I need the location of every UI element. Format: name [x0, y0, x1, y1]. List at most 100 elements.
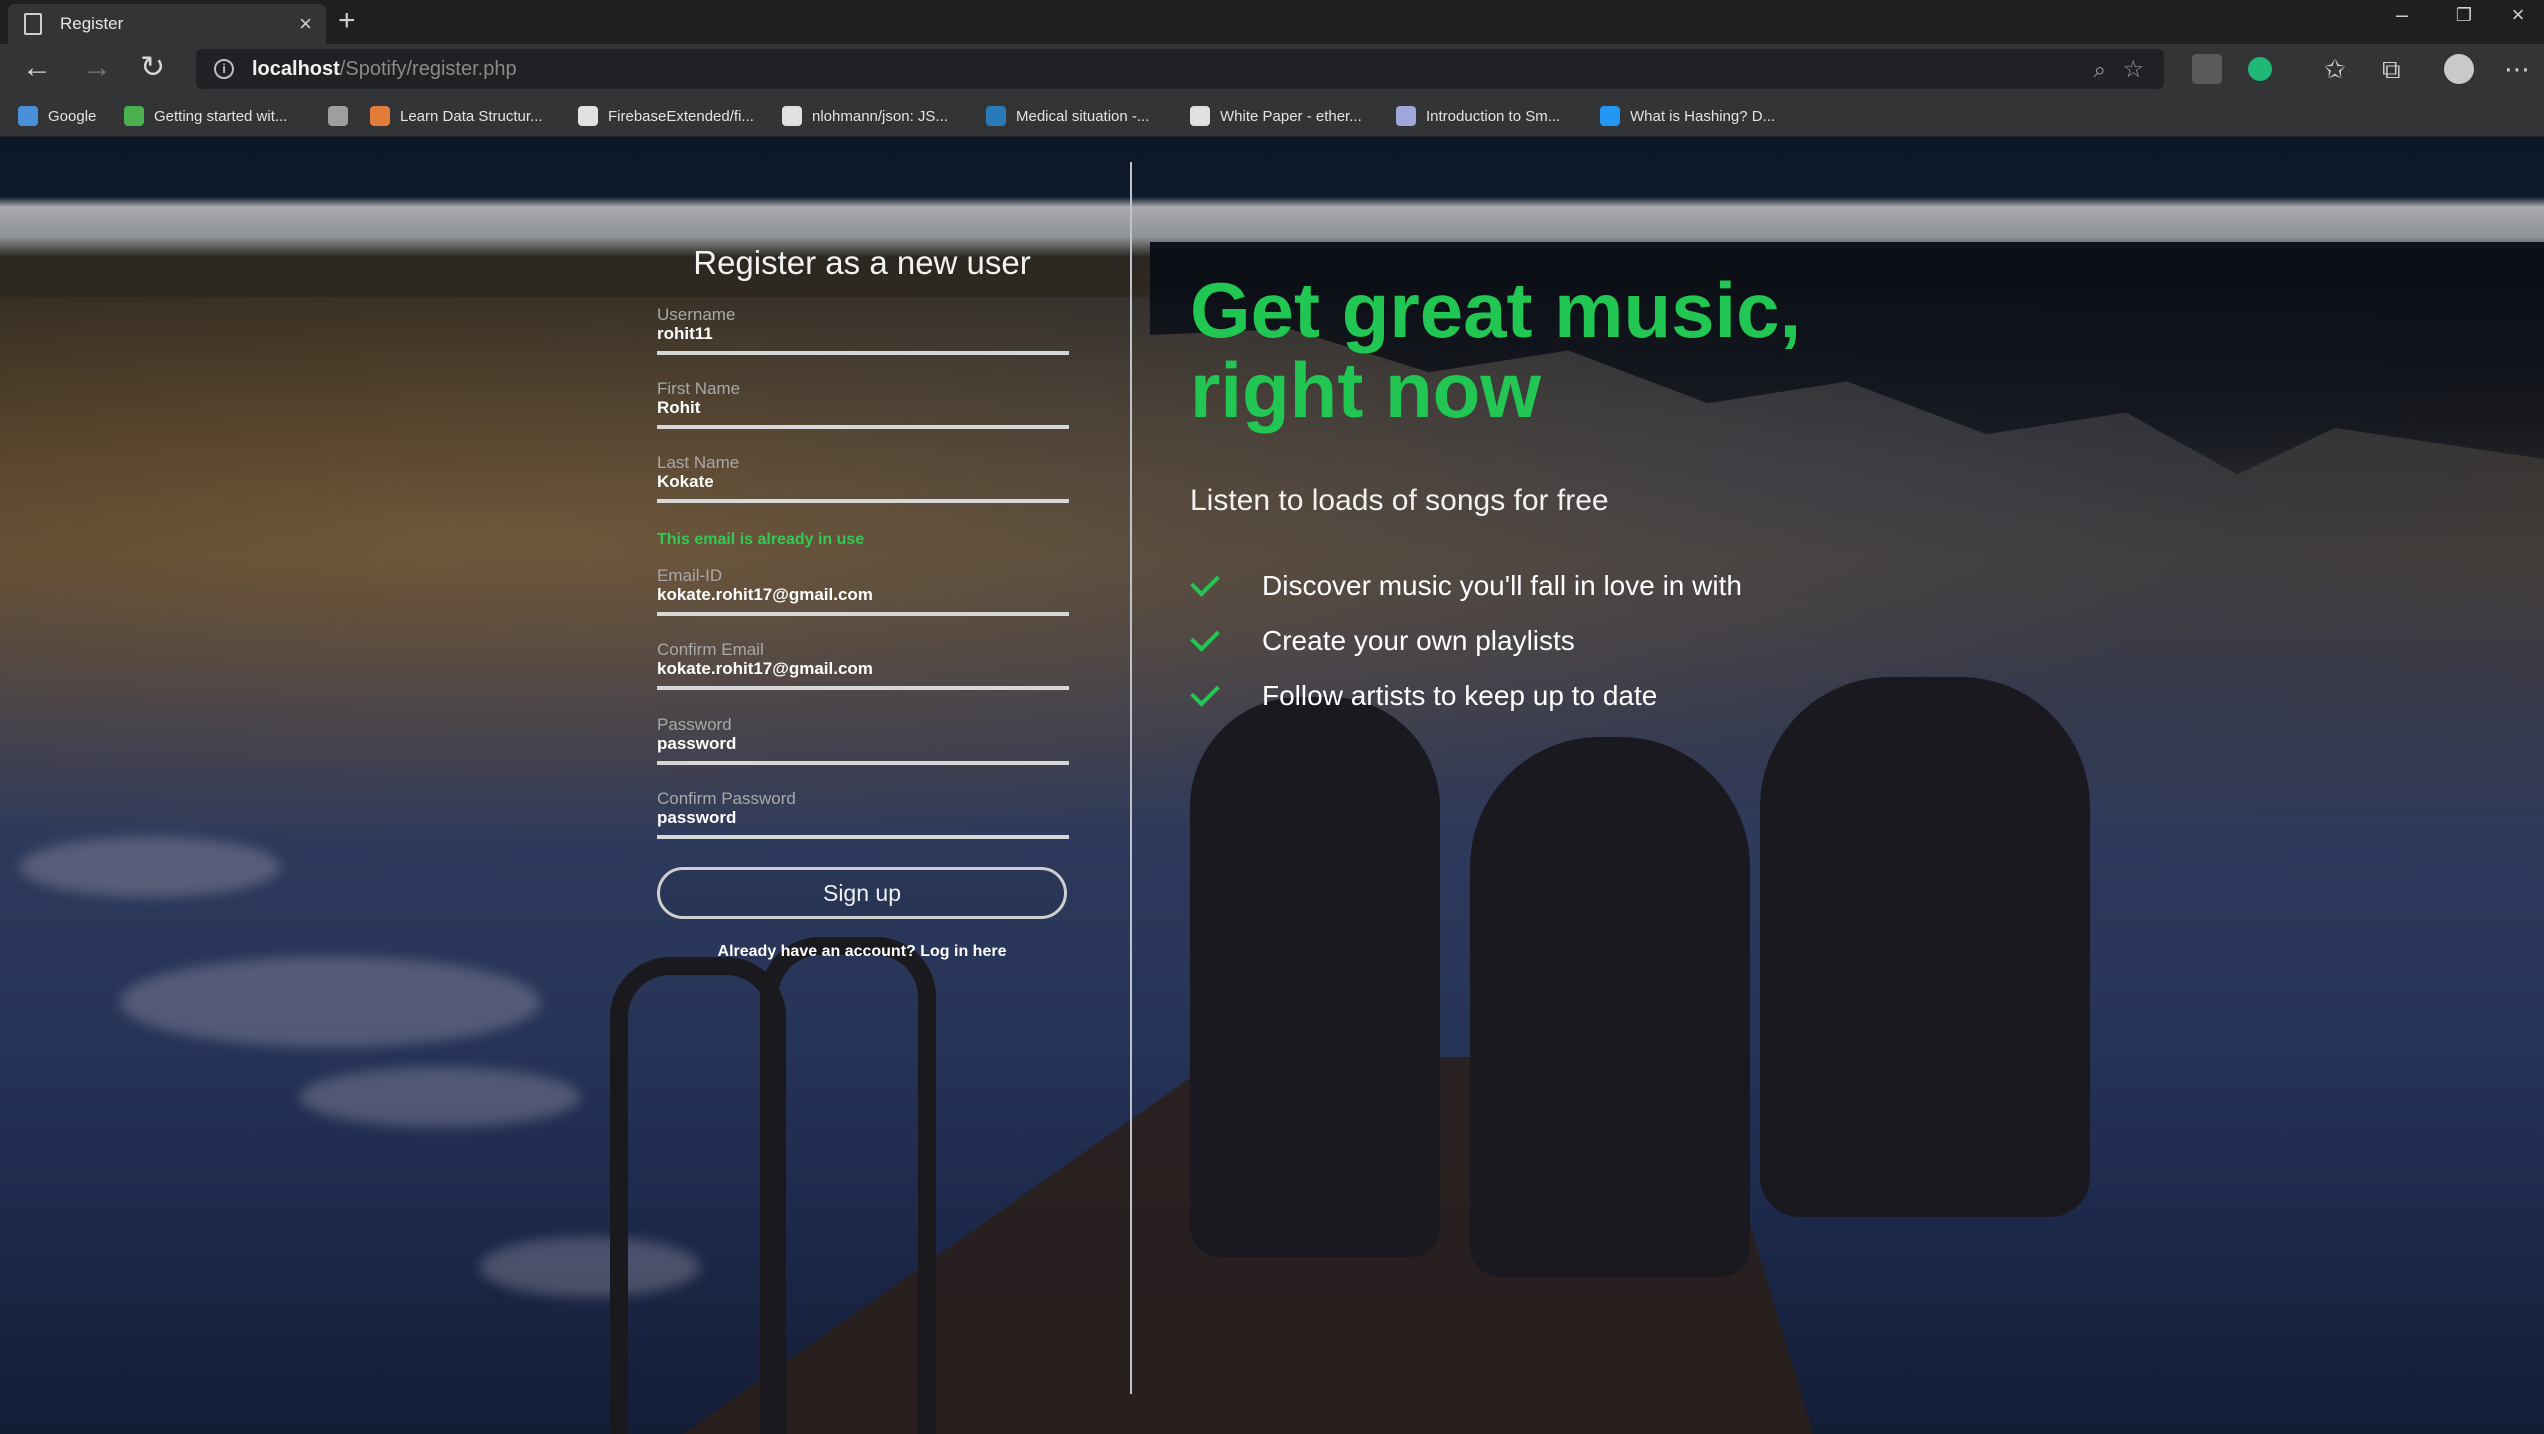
- person-silhouette: [1470, 737, 1750, 1277]
- info-icon[interactable]: i: [214, 59, 234, 79]
- github-icon: [578, 106, 598, 126]
- column-divider: [1130, 162, 1132, 1394]
- check-icon: [1190, 677, 1220, 707]
- collections-icon[interactable]: ⧉: [2382, 54, 2401, 84]
- field-label: First Name: [657, 379, 741, 398]
- form-title: Register as a new user: [693, 244, 1031, 281]
- field-underline: [657, 612, 1069, 616]
- bookmark-item[interactable]: What is Hashing? D...: [1600, 104, 1775, 128]
- field-value[interactable]: password: [657, 808, 736, 828]
- bookmark-label: nlohmann/json: JS...: [812, 107, 948, 125]
- address-bar[interactable]: i localhost /Spotify/register.php ⌕ ☆: [196, 49, 2164, 89]
- bookmark-item[interactable]: Medical situation -...: [986, 104, 1149, 128]
- restore-button[interactable]: ❐: [2438, 0, 2490, 36]
- sign-up-button[interactable]: Sign up: [657, 867, 1067, 919]
- ladder-image: [760, 937, 936, 1434]
- bookmark-label: FirebaseExtended/fi...: [608, 107, 754, 125]
- check-icon: [1190, 567, 1220, 597]
- page-icon: [328, 106, 348, 126]
- cloud-reflection: [20, 837, 280, 897]
- field-underline: [657, 835, 1069, 839]
- new-tab-button[interactable]: +: [338, 4, 356, 38]
- grammarly-icon[interactable]: [2248, 57, 2272, 81]
- zoom-icon[interactable]: ⌕: [2094, 57, 2106, 83]
- field-value[interactable]: rohit11: [657, 324, 713, 344]
- bookmark-label: Getting started wit...: [154, 107, 288, 125]
- bookmark-label: White Paper - ether...: [1220, 107, 1362, 125]
- feature-text: Discover music you'll fall in love in wi…: [1262, 570, 1742, 601]
- field-label: Last Name: [657, 453, 740, 472]
- bookmark-item[interactable]: Getting started wit...: [124, 104, 287, 128]
- tab-register[interactable]: Register ×: [8, 4, 326, 44]
- back-arrow-icon[interactable]: ←: [22, 52, 52, 84]
- url-host: localhost: [252, 57, 340, 80]
- field-value[interactable]: Rohit: [657, 398, 700, 418]
- bookmark-label: What is Hashing? D...: [1630, 107, 1776, 125]
- login-link[interactable]: Already have an account? Log in here: [657, 943, 1067, 961]
- register-page: Register as a new user Username rohit11 …: [0, 137, 2544, 1434]
- tab-bar: Register × + – ❐ ×: [0, 0, 2544, 45]
- feature-item: Follow artists to keep up to date: [1190, 677, 1658, 712]
- doc-icon: [1396, 106, 1416, 126]
- tab-title: Register: [60, 14, 124, 33]
- google-icon: [18, 106, 38, 126]
- bookmark-label: Google: [48, 107, 97, 125]
- field-value[interactable]: kokate.rohit17@gmail.com: [657, 659, 873, 679]
- field-underline: [657, 425, 1069, 429]
- person-silhouette: [1190, 697, 1440, 1257]
- extension-shield-icon[interactable]: [2192, 54, 2222, 84]
- tab-close-icon[interactable]: ×: [299, 11, 312, 37]
- field-value[interactable]: password: [657, 734, 736, 754]
- check-icon: [1190, 622, 1220, 652]
- cloud-reflection: [120, 957, 540, 1047]
- field-label: Email-ID: [657, 566, 723, 585]
- bookmark-item[interactable]: Google: [18, 104, 96, 128]
- promo-subtitle: Listen to loads of songs for free: [1190, 484, 1609, 517]
- feature-item: Discover music you'll fall in love in wi…: [1190, 567, 1742, 602]
- bookmarks-bar: Google Getting started wit... Learn Data S…: [0, 96, 2544, 137]
- bookmark-item[interactable]: [328, 104, 358, 128]
- field-value[interactable]: kokate.rohit17@gmail.com: [657, 585, 873, 605]
- field-underline: [657, 686, 1069, 690]
- field-underline: [657, 351, 1069, 355]
- bookmark-item[interactable]: White Paper - ether...: [1190, 104, 1362, 128]
- feature-text: Create your own playlists: [1262, 625, 1575, 656]
- bookmark-label: Introduction to Sm...: [1426, 107, 1561, 125]
- field-label: Username: [657, 305, 736, 324]
- linkedin-icon: [986, 106, 1006, 126]
- forward-arrow-icon[interactable]: →: [82, 52, 112, 84]
- refresh-icon[interactable]: ↻: [140, 52, 165, 84]
- field-label: Confirm Email: [657, 640, 764, 659]
- headline-line: Get great music,: [1190, 266, 1802, 354]
- leaf-icon: [124, 106, 144, 126]
- bookmark-item[interactable]: Introduction to Sm...: [1396, 104, 1560, 128]
- favorites-icon[interactable]: ✩: [2324, 54, 2346, 84]
- promo-headline: Get great music, right now: [1190, 270, 2190, 430]
- feature-text: Follow artists to keep up to date: [1262, 680, 1658, 711]
- page-icon: [24, 13, 42, 35]
- favorite-star-icon[interactable]: ☆: [2122, 55, 2144, 84]
- close-window-button[interactable]: ×: [2492, 0, 2544, 36]
- field-value[interactable]: Kokate: [657, 472, 714, 492]
- bookmark-icon: [370, 106, 390, 126]
- field-label: Password: [657, 715, 732, 734]
- navigation-bar: ← → ↻ i localhost /Spotify/register.php …: [0, 44, 2544, 96]
- field-label: Confirm Password: [657, 789, 796, 808]
- cloud-reflection: [300, 1067, 580, 1127]
- minimize-button[interactable]: –: [2376, 0, 2428, 36]
- field-underline: [657, 761, 1069, 765]
- bookmark-label: Medical situation -...: [1016, 107, 1150, 125]
- profile-avatar[interactable]: [2444, 54, 2474, 84]
- feature-item: Create your own playlists: [1190, 622, 1575, 657]
- email-error-message: This email is already in use: [657, 531, 865, 548]
- more-menu-icon[interactable]: ⋯: [2504, 54, 2530, 84]
- url-path: /Spotify/register.php: [339, 57, 517, 80]
- bookmark-item[interactable]: FirebaseExtended/fi...: [578, 104, 754, 128]
- person-silhouette: [1760, 677, 2090, 1217]
- bookmark-item[interactable]: Learn Data Structur...: [370, 104, 543, 128]
- github-icon: [782, 106, 802, 126]
- headline-line: right now: [1190, 346, 1541, 434]
- field-underline: [657, 499, 1069, 503]
- github-icon: [1190, 106, 1210, 126]
- bookmark-item[interactable]: nlohmann/json: JS...: [782, 104, 948, 128]
